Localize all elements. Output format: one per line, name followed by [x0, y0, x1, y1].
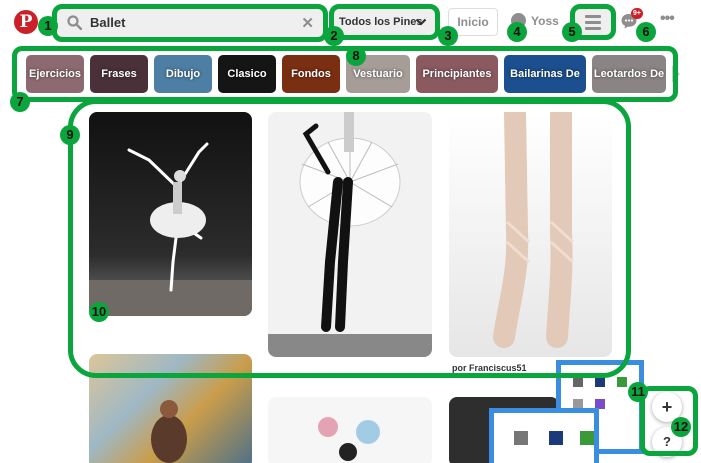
annotation-number: 6 [636, 22, 656, 42]
search-input[interactable]: Ballet [90, 15, 125, 30]
annotation-number: 12 [671, 417, 691, 437]
filter-label: Todos los Pines [339, 16, 423, 28]
pinterest-logo-icon[interactable]: P [14, 10, 38, 34]
guide-chip[interactable]: Principiantes [416, 55, 498, 93]
more-options-icon[interactable]: ••• [660, 10, 675, 28]
annotation-number: 8 [346, 46, 366, 66]
pin-tutu-backbend[interactable] [268, 112, 432, 357]
pin-pointe-shoes[interactable] [449, 112, 612, 357]
annotation-number: 9 [60, 125, 80, 145]
annotation-number: 5 [562, 22, 582, 42]
pin-watercolor-dancer[interactable] [268, 397, 432, 463]
annotation-number: 7 [10, 92, 30, 112]
annotation-number: 2 [324, 26, 344, 46]
pin-filter-dropdown[interactable]: Todos los Pines [333, 9, 435, 37]
guide-chip[interactable]: Clasico [218, 55, 276, 93]
annotation-number: 4 [507, 22, 527, 42]
annotation-number: 3 [438, 26, 458, 46]
system-tray-popup [489, 408, 599, 463]
pin-painting-ballerina[interactable] [89, 354, 252, 463]
annotation-number: 11 [628, 382, 648, 402]
chevron-down-icon [415, 16, 427, 31]
user-name: Yoss [531, 14, 559, 28]
guide-chip[interactable]: Fondos [282, 55, 340, 93]
clear-search-icon[interactable]: ✕ [301, 14, 314, 32]
search-icon [67, 15, 83, 35]
annotation-number: 10 [89, 302, 109, 322]
guide-chip[interactable]: Dibujo [154, 55, 212, 93]
annotation-number: 1 [38, 16, 58, 36]
search-bar[interactable]: Ballet ✕ [56, 8, 324, 38]
guide-chip[interactable]: Leotardos De [592, 55, 666, 93]
guide-chip[interactable]: Frases [90, 55, 148, 93]
guide-chip[interactable]: Ejercicios [26, 55, 84, 93]
scroll-right-icon[interactable] [672, 65, 680, 83]
pin-ballerina-arabesque[interactable] [89, 112, 252, 316]
pin-caption[interactable]: por Franciscus51 [452, 363, 527, 373]
guide-chip[interactable]: Bailarinas De [504, 55, 586, 93]
notification-badge: 9+ [631, 8, 643, 19]
